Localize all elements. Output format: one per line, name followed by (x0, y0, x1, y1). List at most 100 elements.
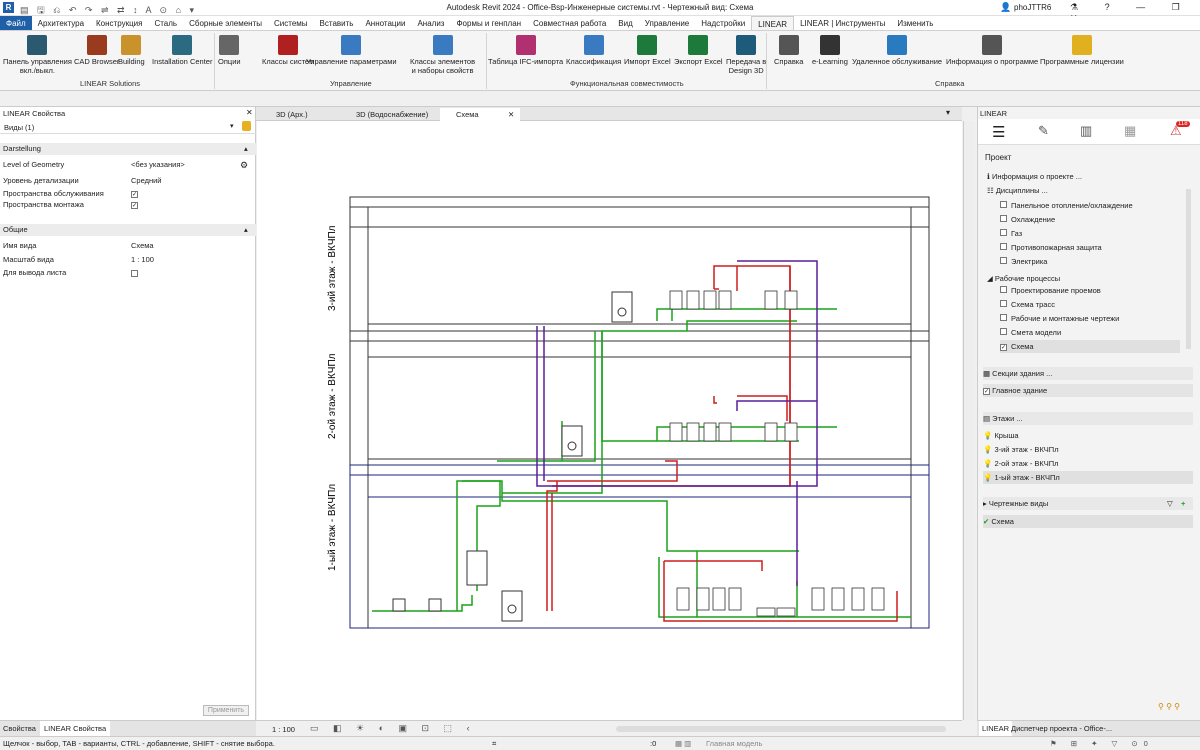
workflow-item[interactable]: Схема трасс (1000, 298, 1184, 311)
close-icon[interactable]: ✕ (508, 108, 514, 121)
ribbon-tab[interactable]: Аннотации (359, 16, 411, 30)
drafting-views-header[interactable]: ▸ Чертежные виды ▽ + (983, 497, 1193, 510)
tab-linear-properties[interactable]: LINEAR Свойства (40, 721, 111, 736)
discipline-item[interactable]: Электрика (1000, 255, 1184, 268)
list-checkbox[interactable] (1000, 300, 1007, 307)
main-building-checkbox[interactable]: ✓ (983, 388, 990, 395)
ribbon-button[interactable]: CAD Browser (74, 35, 119, 66)
prop-row-detail[interactable]: Уровень детализации Средний (0, 175, 256, 187)
chevron-down-icon[interactable]: ▾ (230, 122, 234, 130)
floor-item[interactable]: 💡 2-ой этаж - ВКЧПл (983, 457, 1193, 470)
floor-item[interactable]: 💡 Крыша (983, 429, 1193, 442)
ribbon-button[interactable]: Building (118, 35, 145, 66)
workflow-item[interactable]: Проектирование проемов (1000, 284, 1184, 297)
scale-value[interactable]: 1 : 100 (131, 254, 154, 266)
floor-item[interactable]: 💡 3-ий этаж - ВКЧПл (983, 443, 1193, 456)
gear-icon[interactable]: ⚙ (240, 159, 248, 171)
discipline-item[interactable]: Панельное отопление/охлаждение (1000, 199, 1184, 212)
prop-row-sheet-output[interactable]: Для вывода листа (0, 267, 256, 279)
tab-project-browser[interactable]: Диспетчер проекта - Office-... (1011, 724, 1112, 733)
ribbon-tab[interactable]: Совместная работа (527, 16, 612, 30)
section-darstellung[interactable]: Darstellung ▴ (0, 143, 256, 155)
list-checkbox[interactable] (1000, 314, 1007, 321)
ribbon-tab[interactable]: Вид (612, 16, 638, 30)
section-general[interactable]: Общие ▴ (0, 224, 256, 236)
prop-row-view-name[interactable]: Имя вида Схема (0, 240, 256, 252)
ribbon-tab[interactable]: Вставить (314, 16, 360, 30)
ribbon-button[interactable]: e-Learning (812, 35, 848, 66)
status-tools[interactable]: ⚑ ⊞ ✦ ▽ ⊙0 (1050, 737, 1154, 750)
list-checkbox[interactable] (1000, 286, 1007, 293)
list-checkbox[interactable]: ✓ (1000, 344, 1007, 351)
view-name-value[interactable]: Схема (131, 240, 154, 252)
detail-value[interactable]: Средний (131, 175, 162, 187)
ribbon-tab[interactable]: Управление (639, 16, 695, 30)
ribbon-button[interactable]: Экспорт Excel (674, 35, 723, 66)
ribbon-button[interactable]: Передача в Design 3D (726, 35, 766, 75)
ribbon-tab[interactable]: LINEAR (751, 16, 795, 30)
ribbon-tab[interactable]: Сталь (148, 16, 183, 30)
workflow-item[interactable]: Смета модели (1000, 326, 1184, 339)
prop-row-lod[interactable]: Level of Geometry <без указания> ⚙ (0, 159, 256, 171)
ribbon-button[interactable]: Удаленное обслуживание (852, 35, 942, 66)
status-icons[interactable]: ▦ ▥ (675, 737, 691, 750)
sheet-output-checkbox[interactable] (131, 270, 138, 277)
ribbon-button[interactable]: Таблица IFC-импорта (488, 35, 563, 66)
calculator-icon[interactable]: ▦ (1124, 123, 1136, 139)
install-space-checkbox[interactable]: ✓ (131, 202, 138, 209)
ribbon-button[interactable]: Панель управления вкл./выкл. (3, 35, 72, 75)
ribbon-button[interactable]: Классы элементов и наборы свойств (410, 35, 475, 75)
list-checkbox[interactable] (1000, 215, 1007, 222)
discipline-item[interactable]: Охлаждение (1000, 213, 1184, 226)
workset-icon[interactable]: ⌗ (492, 737, 496, 750)
service-space-checkbox[interactable]: ✓ (131, 191, 138, 198)
discipline-item[interactable]: Газ (1000, 227, 1184, 240)
model-selector[interactable]: Главная модель (706, 737, 762, 750)
ribbon-button[interactable]: Опции (218, 35, 241, 66)
ribbon-button[interactable]: Installation Center (152, 35, 212, 66)
apply-button[interactable]: Применить (203, 705, 249, 716)
ribbon-tab[interactable]: LINEAR | Инструменты (794, 16, 891, 30)
ribbon-tab[interactable]: Изменить (891, 16, 939, 30)
ribbon-button[interactable]: Программные лицензии (1040, 35, 1124, 66)
user-icon[interactable]: 👤 (1000, 2, 1011, 13)
prop-row-scale[interactable]: Масштаб вида 1 : 100 (0, 254, 256, 266)
vertical-scrollbar[interactable] (1186, 189, 1191, 349)
bulb-icon[interactable]: 💡 (983, 445, 994, 454)
menu-icon[interactable]: ☰ (992, 123, 1005, 141)
tab-overflow-icon[interactable]: ▾ (946, 108, 950, 117)
view-controls-icons[interactable]: ▭ ◧ ☀ ◐ ▣ ⊡ ⬚ ‹ (310, 723, 476, 734)
ribbon-button[interactable]: Управление параметрами (306, 35, 397, 66)
ribbon-tab[interactable]: Конструкция (90, 16, 148, 30)
prop-row-install-space[interactable]: Пространства монтажа ✓ (0, 199, 256, 211)
main-building-item[interactable]: ✓ Главное здание (983, 384, 1193, 397)
edit-icon[interactable]: ✎ (1038, 123, 1049, 139)
ribbon-button[interactable]: Импорт Excel (624, 35, 671, 66)
ribbon-tab[interactable]: Архитектура (32, 16, 90, 30)
tab-properties[interactable]: Свойства (3, 724, 36, 733)
add-icon[interactable]: + (1181, 497, 1185, 510)
lock-icon[interactable] (242, 121, 251, 131)
discipline-item[interactable]: Противопожарная защита (1000, 241, 1184, 254)
type-selector[interactable]: Виды (1) ▾ (0, 120, 256, 134)
ribbon-button[interactable]: Информация о программе (946, 35, 1038, 66)
bulb-icon[interactable]: 💡 (983, 431, 994, 440)
bottom-icons[interactable]: ⚲ ⚲ ⚲ (1158, 702, 1180, 711)
filter-icon[interactable]: ▽ (1167, 497, 1173, 510)
project-info[interactable]: ℹ Информация о проекте ... (987, 170, 1171, 183)
tab-linear[interactable]: LINEAR (979, 721, 1013, 736)
list-checkbox[interactable] (1000, 257, 1007, 264)
drafting-item-schema[interactable]: ✔ Схема (983, 515, 1193, 528)
ribbon-button[interactable]: Классификация (566, 35, 621, 66)
bulb-icon[interactable]: 💡 (983, 473, 994, 482)
tab-schema[interactable]: Схема ✕ (440, 108, 520, 121)
ribbon-tab[interactable]: Файл (0, 16, 32, 30)
workflow-item[interactable]: Рабочие и монтажные чертежи (1000, 312, 1184, 325)
columns-icon[interactable]: ▥ (1080, 123, 1092, 139)
list-checkbox[interactable] (1000, 229, 1007, 236)
disciplines-header[interactable]: ☷ Дисциплины ... (987, 184, 1171, 197)
ribbon-tab[interactable]: Сборные элементы (183, 16, 268, 30)
bulb-icon[interactable]: 💡 (983, 459, 994, 468)
list-checkbox[interactable] (1000, 201, 1007, 208)
tab-3d-water[interactable]: 3D (Водоснабжение) (340, 108, 440, 121)
